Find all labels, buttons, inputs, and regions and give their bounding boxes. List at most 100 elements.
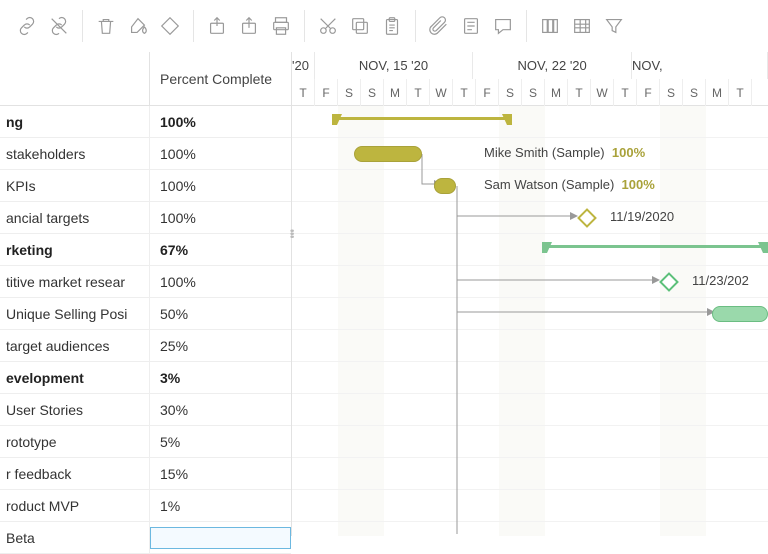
task-percent: 50% — [150, 306, 291, 322]
table-header: Percent Complete — [0, 52, 291, 106]
copy-icon[interactable] — [345, 11, 375, 41]
unlink-icon[interactable] — [44, 11, 74, 41]
task-name: stakeholders — [0, 138, 150, 169]
day-header: W — [430, 79, 453, 106]
columns-icon[interactable] — [535, 11, 565, 41]
day-header: T — [453, 79, 476, 106]
table-row[interactable]: Beta — [0, 522, 291, 554]
table-row[interactable]: titive market resear100% — [0, 266, 291, 298]
task-percent: 15% — [150, 466, 291, 482]
summary-bar[interactable] — [332, 114, 512, 125]
task-percent: 100% — [150, 114, 291, 130]
trash-icon[interactable] — [91, 11, 121, 41]
assignee-label: Sam Watson (Sample) — [484, 177, 614, 192]
export-icon[interactable] — [202, 11, 232, 41]
task-name: ancial targets — [0, 202, 150, 233]
day-header: T — [407, 79, 430, 106]
task-name: rototype — [0, 426, 150, 457]
split-handle[interactable]: •••••• — [290, 230, 292, 239]
timeline-header: '20NOV, 15 '20NOV, 22 '20NOV, TFSSMTWTFS… — [292, 52, 768, 106]
table-row[interactable]: target audiences25% — [0, 330, 291, 362]
share-icon[interactable] — [234, 11, 264, 41]
table-row[interactable]: rketing67% — [0, 234, 291, 266]
task-percent: 100% — [150, 210, 291, 226]
day-header: F — [637, 79, 660, 106]
day-header: S — [683, 79, 706, 106]
table-icon[interactable] — [567, 11, 597, 41]
assignee-label: Mike Smith (Sample) — [484, 145, 605, 160]
task-table: Percent Complete ng100%stakeholders100%K… — [0, 52, 292, 536]
task-percent: 100% — [150, 274, 291, 290]
task-percent: 100% — [150, 146, 291, 162]
task-bar[interactable] — [354, 146, 422, 162]
task-percent: 3% — [150, 370, 291, 386]
month-header: NOV, 15 '20 — [315, 52, 474, 79]
task-name: evelopment — [0, 362, 150, 393]
table-row[interactable]: Unique Selling Posi50% — [0, 298, 291, 330]
day-header: M — [706, 79, 729, 106]
milestone-icon[interactable] — [659, 272, 679, 292]
day-header: S — [660, 79, 683, 106]
col-percent-header[interactable]: Percent Complete — [150, 52, 291, 105]
day-header: T — [292, 79, 315, 106]
table-row[interactable]: evelopment3% — [0, 362, 291, 394]
month-header: NOV, 22 '20 — [473, 52, 632, 79]
task-percent: 25% — [150, 338, 291, 354]
summary-bar[interactable] — [542, 242, 768, 253]
day-header: M — [384, 79, 407, 106]
task-name: titive market resear — [0, 266, 150, 297]
day-header: W — [591, 79, 614, 106]
task-percent: 1% — [150, 498, 291, 514]
gantt-chart[interactable]: '20NOV, 15 '20NOV, 22 '20NOV, TFSSMTWTFS… — [292, 52, 768, 536]
cut-icon[interactable] — [313, 11, 343, 41]
print-icon[interactable] — [266, 11, 296, 41]
day-header: T — [614, 79, 637, 106]
day-header: S — [361, 79, 384, 106]
table-row[interactable]: ancial targets100% — [0, 202, 291, 234]
filter-icon[interactable] — [599, 11, 629, 41]
day-header: F — [315, 79, 338, 106]
task-percent: 30% — [150, 402, 291, 418]
table-row[interactable]: User Stories30% — [0, 394, 291, 426]
table-row[interactable]: ng100% — [0, 106, 291, 138]
percent-label: 100% — [622, 177, 655, 192]
task-name: Unique Selling Posi — [0, 298, 150, 329]
task-name: KPIs — [0, 170, 150, 201]
task-bar[interactable] — [712, 306, 768, 322]
comment-icon[interactable] — [488, 11, 518, 41]
diamond-icon[interactable] — [155, 11, 185, 41]
table-row[interactable]: stakeholders100% — [0, 138, 291, 170]
percent-label: 100% — [612, 145, 645, 160]
table-row[interactable]: roduct MVP1% — [0, 490, 291, 522]
notes-icon[interactable] — [456, 11, 486, 41]
link-icon[interactable] — [12, 11, 42, 41]
day-header: T — [729, 79, 752, 106]
attach-icon[interactable] — [424, 11, 454, 41]
milestone-icon[interactable] — [577, 208, 597, 228]
task-bar[interactable] — [434, 178, 456, 194]
table-row[interactable]: KPIs100% — [0, 170, 291, 202]
day-header: T — [568, 79, 591, 106]
day-header: S — [522, 79, 545, 106]
task-name: ng — [0, 106, 150, 137]
month-header: '20 — [292, 52, 315, 79]
table-row[interactable]: rototype5% — [0, 426, 291, 458]
month-header: NOV, — [632, 52, 768, 79]
milestone-date: 11/19/2020 — [610, 209, 674, 224]
paint-icon[interactable] — [123, 11, 153, 41]
task-percent: 5% — [150, 434, 291, 450]
table-row[interactable]: r feedback15% — [0, 458, 291, 490]
task-percent: 100% — [150, 178, 291, 194]
task-name: r feedback — [0, 458, 150, 489]
task-percent: 67% — [150, 242, 291, 258]
day-header: M — [545, 79, 568, 106]
task-name: rketing — [0, 234, 150, 265]
day-header: S — [338, 79, 361, 106]
task-percent — [150, 527, 291, 549]
clipboard-icon[interactable] — [377, 11, 407, 41]
task-name: Beta — [0, 522, 150, 553]
task-name: roduct MVP — [0, 490, 150, 521]
day-header: F — [476, 79, 499, 106]
task-name: target audiences — [0, 330, 150, 361]
day-header: S — [499, 79, 522, 106]
